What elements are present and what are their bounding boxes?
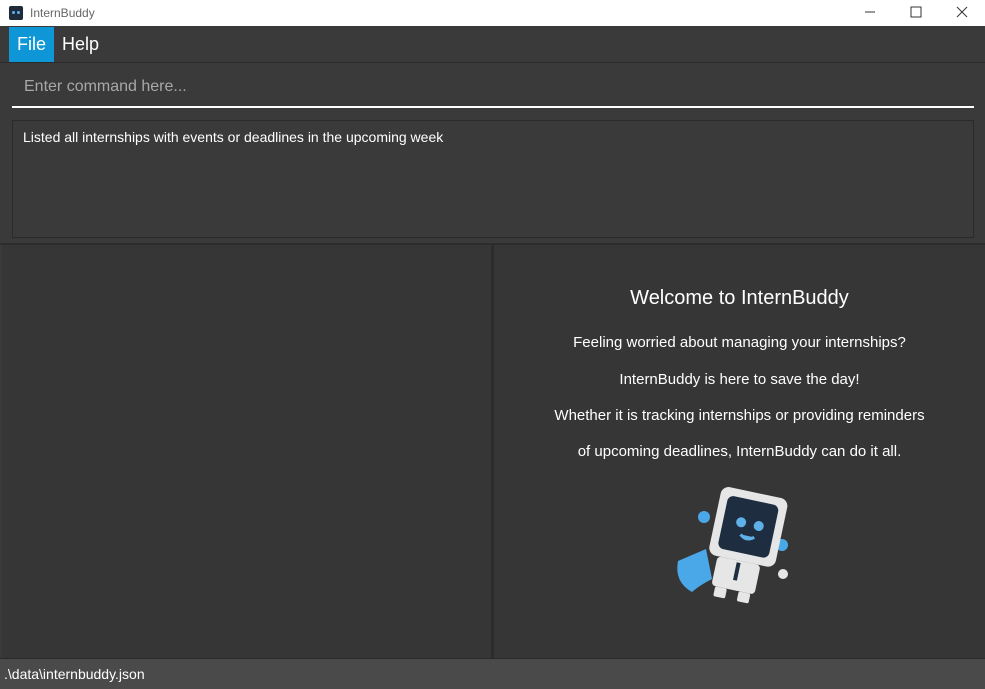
maximize-button[interactable] xyxy=(893,0,939,26)
minimize-icon xyxy=(864,5,876,21)
menu-file[interactable]: File xyxy=(9,26,55,62)
menu-help[interactable]: Help xyxy=(54,27,107,62)
welcome-line: Whether it is tracking internships or pr… xyxy=(554,407,925,424)
command-box xyxy=(12,68,974,108)
result-display: Listed all internships with events or de… xyxy=(12,120,974,238)
welcome-line: of upcoming deadlines, InternBuddy can d… xyxy=(577,443,902,460)
status-bar: .\data\internbuddy.json xyxy=(0,658,985,689)
minimize-button[interactable] xyxy=(847,0,893,26)
title-bar: InternBuddy xyxy=(0,0,985,26)
mascot-robot-icon xyxy=(677,487,788,604)
maximize-icon xyxy=(910,5,922,21)
close-icon xyxy=(956,5,968,21)
menu-bar: File Help xyxy=(0,26,985,63)
close-button[interactable] xyxy=(939,0,985,26)
window-title: InternBuddy xyxy=(30,6,95,20)
welcome-line: InternBuddy is here to save the day! xyxy=(619,371,860,388)
app-logo-icon xyxy=(9,6,23,20)
internship-list-panel xyxy=(2,245,491,658)
welcome-line: Feeling worried about managing your inte… xyxy=(573,334,906,351)
welcome-panel: Welcome to InternBuddy Feeling worried a… xyxy=(494,245,985,658)
welcome-title: Welcome to InternBuddy xyxy=(630,287,849,309)
window-controls xyxy=(847,0,985,26)
result-message: Listed all internships with events or de… xyxy=(23,129,444,145)
command-input[interactable] xyxy=(12,77,974,97)
data-file-path: .\data\internbuddy.json xyxy=(4,666,145,682)
